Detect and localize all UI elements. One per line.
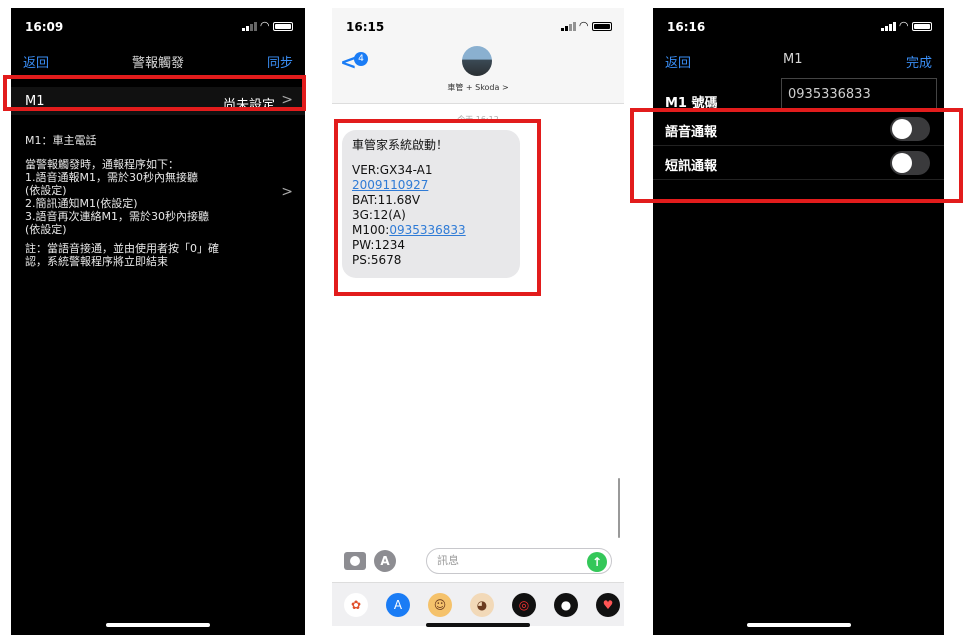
send-arrow-icon[interactable]: ↑ <box>587 552 607 572</box>
status-bar: 16:15 ◠ <box>332 18 624 38</box>
wifi-icon: ◠ <box>899 19 908 32</box>
back-button[interactable]: 返回 <box>665 52 691 71</box>
status-icons: ◠ <box>560 19 612 32</box>
battery-icon <box>912 21 932 31</box>
battery-icon <box>592 21 612 31</box>
contact-avatar[interactable] <box>462 46 492 76</box>
compose-bar: A 訊息 ↑ <box>332 544 624 582</box>
app-store-icon[interactable]: A <box>386 593 410 617</box>
battery-icon <box>273 21 293 31</box>
memoji-icon[interactable]: ☺ <box>428 593 452 617</box>
nav-bar: 返回 M1 完成 <box>653 52 944 74</box>
unread-badge: 4 <box>354 52 368 66</box>
alarm-procedure-text: 當警報觸發時，通報程序如下： 1.語音通報M1，需於30秒內無接聽 (依設定) … <box>25 158 209 236</box>
app-store-icon[interactable]: A <box>374 550 396 572</box>
m1-heading: M1：車主電話 <box>25 134 97 147</box>
status-icons: ◠ <box>241 19 293 32</box>
conversation-header: 16:15 ◠ < 4 車管 + Skoda > <box>332 8 624 104</box>
home-indicator <box>426 623 530 627</box>
contact-name[interactable]: 車管 + Skoda > <box>332 82 624 93</box>
photos-icon[interactable]: ✿ <box>344 593 368 617</box>
done-button[interactable]: 完成 <box>906 52 932 71</box>
message-input[interactable]: 訊息 ↑ <box>426 548 612 574</box>
status-time: 16:15 <box>346 20 385 34</box>
wifi-icon: ◠ <box>579 19 588 32</box>
wifi-icon: ◠ <box>260 19 269 32</box>
alarm-note-text: 註：當語音接通，並由使用者按「0」確 認，系統警報程序將立即結束 <box>25 242 219 268</box>
home-indicator <box>746 623 851 627</box>
page-title: M1 <box>783 52 803 67</box>
status-icons: ◠ <box>880 19 932 32</box>
status-time: 16:16 <box>667 20 706 34</box>
chevron-right-icon[interactable]: > <box>281 184 293 200</box>
phone-messages-screen: 16:15 ◠ < 4 車管 + Skoda > 今天 16:12 車管家系統啟… <box>332 8 624 635</box>
digital-touch-icon[interactable]: ● <box>554 593 578 617</box>
status-time: 16:09 <box>25 20 64 34</box>
app-drawer: ✿ A ☺ ◕ ◎ ● ♥ <box>332 582 624 626</box>
sync-button[interactable]: 同步 <box>267 52 293 71</box>
animoji-icon[interactable]: ◕ <box>470 593 494 617</box>
camera-icon[interactable] <box>344 552 366 570</box>
m1-number-row: M1 號碼 0935336833 <box>653 78 944 112</box>
highlight-box <box>334 119 541 296</box>
signal-icon <box>560 21 576 31</box>
highlight-box <box>3 75 306 111</box>
activity-icon[interactable]: ◎ <box>512 593 536 617</box>
status-bar: 16:09 ◠ <box>11 18 305 38</box>
m1-number-field[interactable]: 0935336833 <box>781 78 937 112</box>
scrollbar[interactable] <box>618 478 620 538</box>
signal-icon <box>241 21 257 31</box>
home-indicator <box>106 623 210 627</box>
page-title: 警報觸發 <box>131 56 184 71</box>
highlight-box <box>630 108 963 203</box>
phone-m1-settings-screen: 16:16 ◠ 返回 M1 完成 M1 號碼 0935336833 語音通報 短… <box>653 8 944 635</box>
heart-icon[interactable]: ♥ <box>596 593 620 617</box>
message-placeholder: 訊息 <box>437 554 459 567</box>
nav-bar: 返回 警報觸發 同步 <box>11 52 305 74</box>
status-bar: 16:16 ◠ <box>653 18 944 38</box>
signal-icon <box>880 21 896 31</box>
